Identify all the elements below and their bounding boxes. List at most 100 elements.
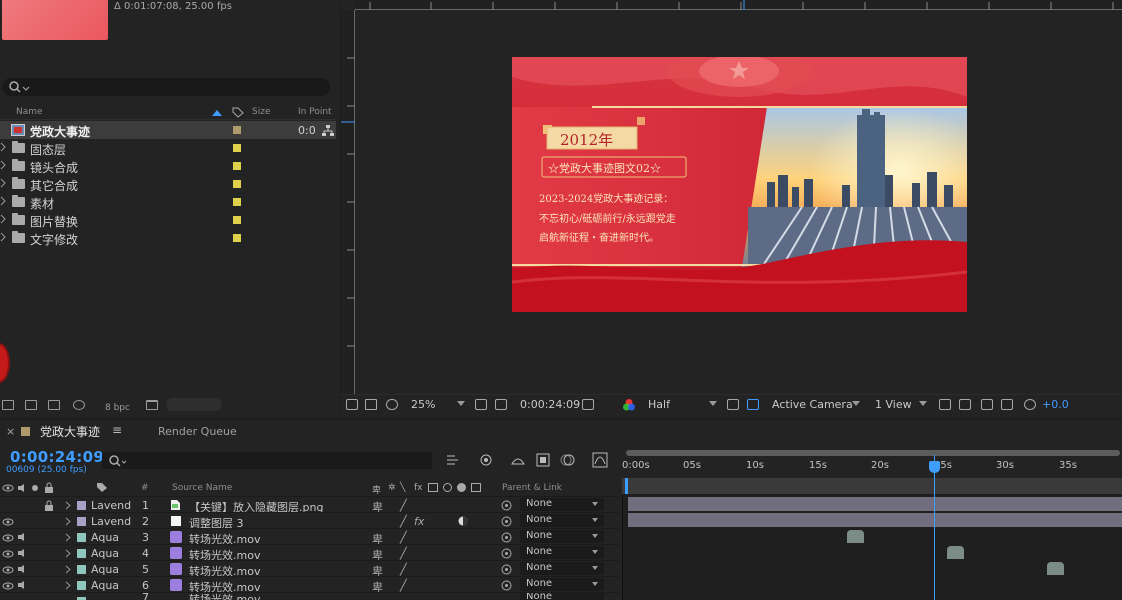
current-time-display[interactable]: 0:00:24:09 [10,448,104,466]
speaker-icon[interactable] [17,483,27,493]
fast-previews-icon[interactable] [727,399,739,410]
layer-row[interactable]: Aqua 5 转场光效.mov 卑 ╱ None [0,560,620,578]
column-in-point[interactable]: In Point [298,107,332,117]
layer-source-name[interactable]: 转场光效.mov [189,593,260,600]
chevron-down-icon[interactable] [457,401,465,406]
tab-composition[interactable]: 党政大事迹 [40,423,100,440]
chevron-right-icon[interactable] [65,501,71,510]
grid-guides-icon[interactable] [475,399,487,410]
column-name[interactable]: Name [16,107,43,117]
label-color-swatch[interactable] [233,162,241,170]
graph-editor-icon[interactable] [592,452,608,468]
monitor-icon[interactable] [365,399,377,410]
comp-mini-flowchart-icon[interactable] [1001,399,1013,410]
solo-icon[interactable] [31,484,39,492]
parent-select[interactable]: None [520,578,604,591]
layer-bar[interactable] [628,497,1122,511]
ruler-vertical[interactable] [341,10,355,396]
menu-icon[interactable]: ≡ [112,423,122,437]
layer-bar[interactable] [628,513,1122,527]
trash-icon[interactable] [146,400,158,410]
layer-row[interactable]: Aqua 3 转场光效.mov 卑 ╱ None [0,528,620,546]
reset-exposure-icon[interactable] [1024,399,1036,410]
layer-clip[interactable] [847,530,864,543]
comp-flowchart-icon[interactable] [446,453,462,467]
adjustment-switch-icon[interactable] [457,483,466,492]
layer-label-color[interactable] [77,565,86,574]
chevron-right-icon[interactable] [0,232,6,242]
mask-visibility-icon[interactable] [386,399,398,410]
close-icon[interactable]: × [6,425,15,438]
quality-switch-icon[interactable]: ╱ [400,563,407,576]
exposure-value[interactable]: +0.0 [1042,398,1069,411]
label-tag-icon[interactable] [232,107,244,118]
column-parent-link[interactable]: Parent & Link [502,483,562,493]
label-color-swatch[interactable] [233,216,241,224]
project-folder-shots[interactable]: 镜头合成 [0,157,336,175]
layer-label-color[interactable] [77,581,86,590]
pickwhip-icon[interactable] [501,580,512,591]
project-folder-solids[interactable]: 固态层 [0,139,336,157]
color-channels-icon[interactable] [622,398,636,412]
lock-icon[interactable] [44,482,54,493]
project-folder-footage[interactable]: 素材 [0,193,336,211]
new-composition-icon[interactable] [48,400,60,410]
chevron-right-icon[interactable] [65,565,71,574]
quality-switch-icon[interactable]: ╱ [400,547,407,560]
eye-icon[interactable] [2,533,14,543]
quality-switch-icon[interactable]: ╱ [400,531,407,544]
eye-icon[interactable] [2,581,14,591]
interpret-footage-icon[interactable] [2,400,14,410]
transparency-grid-icon[interactable] [747,399,759,410]
flowchart-icon[interactable] [981,399,993,410]
speaker-icon[interactable] [17,548,27,558]
3d-switch-icon[interactable] [471,483,481,492]
project-search-input[interactable] [2,78,330,96]
layer-row[interactable]: Aqua 6 转场光效.mov 卑 ╱ None [0,576,620,594]
chevron-right-icon[interactable] [65,581,71,590]
layer-row[interactable]: Aqua 4 转场光效.mov 卑 ╱ None [0,544,620,562]
new-folder-icon[interactable] [25,400,37,410]
adjustment-switch-icon[interactable] [458,516,468,526]
ruler-horizontal[interactable] [355,0,1122,10]
lock-icon[interactable] [44,500,54,511]
quality-switch-icon[interactable]: ╱ [400,515,407,528]
chevron-right-icon[interactable] [0,160,6,170]
collapse-switch-icon[interactable]: ✲ [388,483,396,493]
parent-select[interactable]: None [520,562,604,575]
chevron-down-icon[interactable] [919,401,927,406]
layer-clip[interactable] [947,546,964,559]
view-options-icon[interactable] [939,399,951,410]
project-horizontal-scrollbar[interactable] [166,398,222,411]
chevron-right-icon[interactable] [0,178,6,188]
label-color-swatch[interactable] [233,198,241,206]
region-of-interest-icon[interactable] [495,399,507,410]
parent-select[interactable]: None [520,514,604,527]
quality-switch-icon[interactable]: ╱ [400,579,407,592]
eye-icon[interactable] [2,483,14,493]
parent-select[interactable]: None [520,593,604,600]
label-color-swatch[interactable] [233,126,241,134]
pickwhip-icon[interactable] [501,548,512,559]
eye-icon[interactable] [2,565,14,575]
fx-switch-icon[interactable]: fx [414,515,424,528]
layer-clip[interactable] [1047,562,1064,575]
quality-switch-icon[interactable]: ╱ [400,499,407,512]
pickwhip-icon[interactable] [501,516,512,527]
layer-row[interactable]: 7 转场光效.mov None [0,592,620,600]
fx-switch-icon[interactable]: fx [414,483,423,493]
chevron-right-icon[interactable] [65,533,71,542]
work-area-range[interactable] [622,478,1122,494]
motion-blur-icon[interactable] [560,452,576,468]
timeline-search-input[interactable] [102,452,432,469]
layer-label-color[interactable] [77,549,86,558]
chevron-right-icon[interactable] [0,142,6,152]
layer-label-color[interactable] [77,533,86,542]
speaker-icon[interactable] [17,532,27,542]
layer-label-color[interactable] [77,517,86,526]
speaker-icon[interactable] [17,564,27,574]
pickwhip-icon[interactable] [501,500,512,511]
frame-blend-switch-icon[interactable] [428,483,438,492]
layer-label-color[interactable] [77,501,86,510]
parent-select[interactable]: None [520,498,604,511]
